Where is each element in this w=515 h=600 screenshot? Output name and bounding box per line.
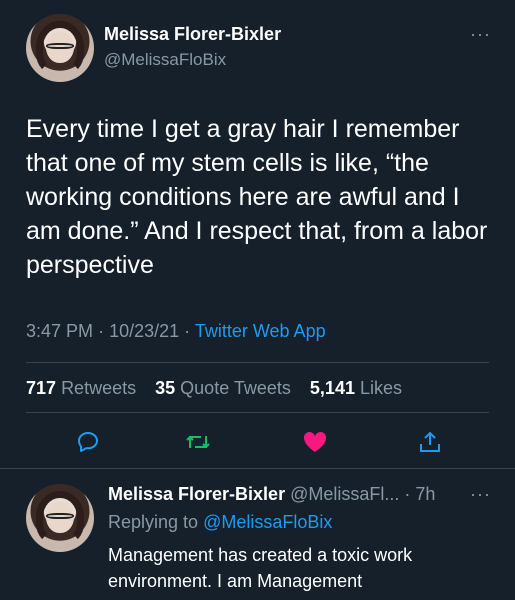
source-app-link[interactable]: Twitter Web App: [195, 321, 326, 341]
tweet-meta: 3:47 PM · 10/23/21 · Twitter Web App: [26, 321, 326, 342]
avatar-glasses: [46, 512, 74, 520]
likes-count: 5,141: [309, 378, 355, 398]
retweets-count: 717: [26, 378, 57, 398]
divider: [26, 362, 489, 363]
more-options-icon[interactable]: ···: [470, 24, 491, 45]
retweet-button[interactable]: [180, 424, 216, 460]
replying-to-handle[interactable]: @MelissaFloBix: [203, 512, 332, 532]
meta-separator: ·: [98, 321, 105, 341]
likes-label: Likes: [359, 378, 403, 398]
reply-header: Melissa Florer-Bixler @MelissaFl... · 7h: [108, 484, 435, 505]
reply-author-handle[interactable]: @MelissaFl...: [290, 484, 399, 504]
quote-label: Quote Tweets: [180, 378, 291, 398]
reply-separator: ·: [404, 484, 411, 504]
tweet-date[interactable]: 10/23/21: [109, 321, 179, 341]
tweet-stats: 717 Retweets 35 Quote Tweets 5,141 Likes: [26, 378, 416, 399]
quote-tweets-stat[interactable]: 35 Quote Tweets: [155, 378, 296, 398]
quote-count: 35: [155, 378, 176, 398]
author-avatar[interactable]: [26, 14, 94, 82]
reply-more-options-icon[interactable]: ···: [470, 484, 491, 505]
reply-button[interactable]: [70, 424, 106, 460]
avatar-glasses: [46, 42, 74, 50]
likes-stat[interactable]: 5,141 Likes: [310, 378, 402, 398]
reply-text: Management has created a toxic work envi…: [108, 545, 413, 591]
reply-author-name[interactable]: Melissa Florer-Bixler: [108, 484, 285, 504]
reply-icon: [78, 432, 98, 452]
meta-separator: ·: [184, 321, 191, 341]
author-handle[interactable]: @MelissaFloBix: [104, 50, 226, 70]
tweet-text: Every time I get a gray hair I remember …: [26, 115, 488, 279]
share-icon: [420, 431, 440, 452]
like-icon: [303, 431, 327, 452]
divider: [26, 412, 489, 413]
retweets-stat[interactable]: 717 Retweets: [26, 378, 141, 398]
divider: [0, 468, 515, 469]
replying-prefix: Replying to: [108, 512, 199, 532]
replying-to: Replying to @MelissaFloBix: [108, 512, 332, 533]
action-bar: [0, 424, 515, 460]
reply-author-avatar[interactable]: [26, 484, 94, 552]
reply-time[interactable]: 7h: [415, 484, 435, 504]
like-button[interactable]: [297, 424, 333, 460]
tweet-time[interactable]: 3:47 PM: [26, 321, 93, 341]
retweet-icon: [186, 435, 210, 449]
retweets-label: Retweets: [61, 378, 137, 398]
author-name[interactable]: Melissa Florer-Bixler: [104, 24, 281, 45]
share-button[interactable]: [412, 424, 448, 460]
